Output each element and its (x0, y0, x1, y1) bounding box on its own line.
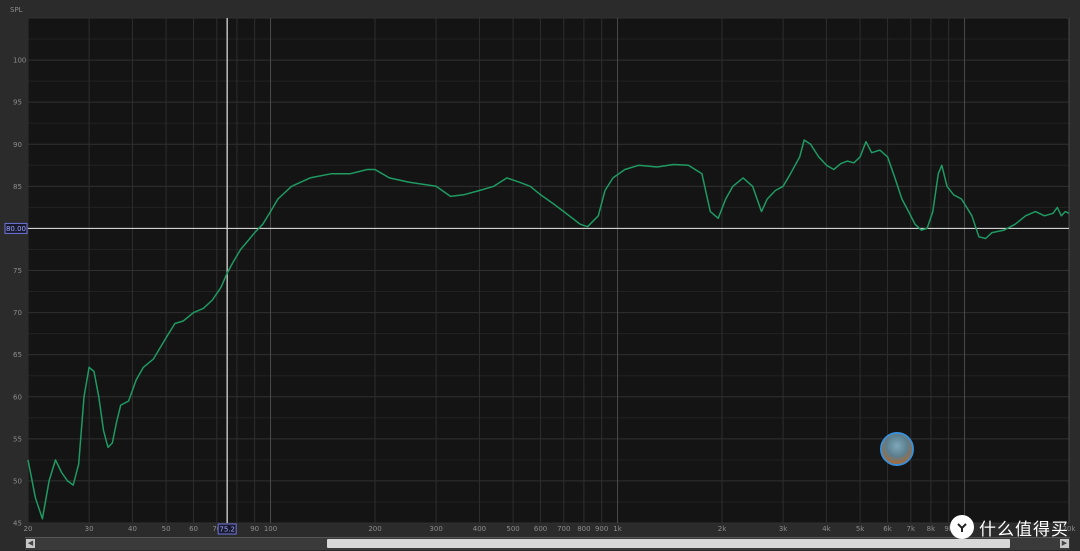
y-tick-label: 75 (13, 267, 22, 275)
horizontal-scrollbar[interactable]: ◀ ▶ (25, 537, 1070, 550)
app-window: 1009590858075706560555045 20304050607090… (0, 0, 1080, 551)
x-tick-label: 3k (779, 525, 788, 533)
cursor-y-value: 80.00 (6, 225, 26, 233)
x-tick-label: 20 (24, 525, 33, 533)
x-tick-label: 2k (718, 525, 727, 533)
x-tick-label: 30 (85, 525, 94, 533)
watermark: 什么值得买 (950, 514, 1069, 540)
chevron-left-icon[interactable]: ◀ (26, 539, 35, 548)
chevron-right-icon[interactable]: ▶ (1060, 539, 1069, 548)
y-tick-label: 60 (13, 393, 22, 401)
x-tick-label: 600 (534, 525, 547, 533)
y-tick-label: 90 (13, 141, 22, 149)
x-tick-label: 60 (189, 525, 198, 533)
y-tick-label: 45 (13, 520, 22, 528)
y-tick-label: 100 (13, 57, 26, 65)
x-tick-label: 8k (927, 525, 936, 533)
watermark-logo-icon (950, 515, 974, 539)
x-tick-label: 700 (557, 525, 570, 533)
y-tick-label: 70 (13, 309, 22, 317)
x-tick-label: 6k (883, 525, 892, 533)
x-tick-label: 400 (473, 525, 486, 533)
x-tick-label: 500 (506, 525, 519, 533)
y-tick-label: 85 (13, 183, 22, 191)
x-tick-label: 50 (162, 525, 171, 533)
x-axis-ticks: 20 30 40 50 60 70 90 100 200 300 400 500 600 700 800 90… (24, 525, 1077, 533)
frequency-response-chart[interactable]: 1009590858075706560555045 20304050607090… (0, 0, 1080, 551)
y-tick-label: 65 (13, 351, 22, 359)
x-tick-label: 300 (429, 525, 442, 533)
y-tick-label: 50 (13, 477, 22, 485)
y-axis-ticks: 1009590858075706560555045 (13, 57, 26, 528)
x-tick-label: 40 (128, 525, 137, 533)
x-tick-label: 4k (822, 525, 831, 533)
scrollbar-thumb[interactable] (327, 539, 1010, 548)
x-tick-label: 800 (577, 525, 590, 533)
watermark-text: 什么值得买 (979, 519, 1069, 540)
y-tick-label: 95 (13, 99, 22, 107)
cursor-x-value: 75.2 (219, 526, 235, 534)
x-tick-label: 90 (250, 525, 259, 533)
x-tick-label: 7k (907, 525, 916, 533)
y-tick-label: 55 (13, 435, 22, 443)
x-tick-label: 100 (264, 525, 277, 533)
x-tick-label: 5k (856, 525, 865, 533)
x-tick-label: 1k (613, 525, 622, 533)
y-axis-label: SPL (10, 6, 23, 14)
user-avatar-icon (880, 432, 914, 466)
x-tick-label: 200 (368, 525, 381, 533)
x-tick-label: 900 (595, 525, 608, 533)
